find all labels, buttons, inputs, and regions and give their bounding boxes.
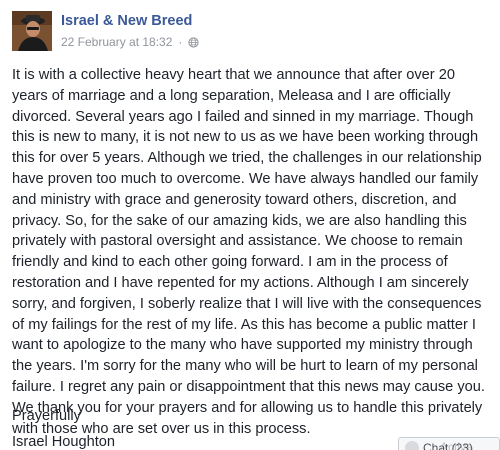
meta-separator: ·: [178, 35, 183, 49]
post-timestamp[interactable]: 22 February at 18:32: [61, 35, 172, 49]
chat-tab-label: Chat (23): [423, 440, 474, 450]
post-body: It is with a collective heavy heart that…: [12, 65, 490, 439]
facebook-post: Israel & New Breed 22 February at 18:32 …: [0, 0, 500, 450]
author-name-link[interactable]: Israel & New Breed: [61, 13, 192, 29]
post-signature: Israel Houghton: [12, 434, 116, 450]
chat-tab[interactable]: Chat (23): [398, 437, 500, 450]
post-meta: 22 February at 18:32 ·: [61, 35, 200, 49]
post-closing: Prayerfully: [12, 408, 81, 424]
post-body-text: It is with a collective heavy heart that…: [12, 67, 485, 437]
globe-icon[interactable]: [188, 36, 200, 48]
chat-status-icon: [405, 440, 419, 450]
author-avatar[interactable]: [12, 11, 52, 51]
